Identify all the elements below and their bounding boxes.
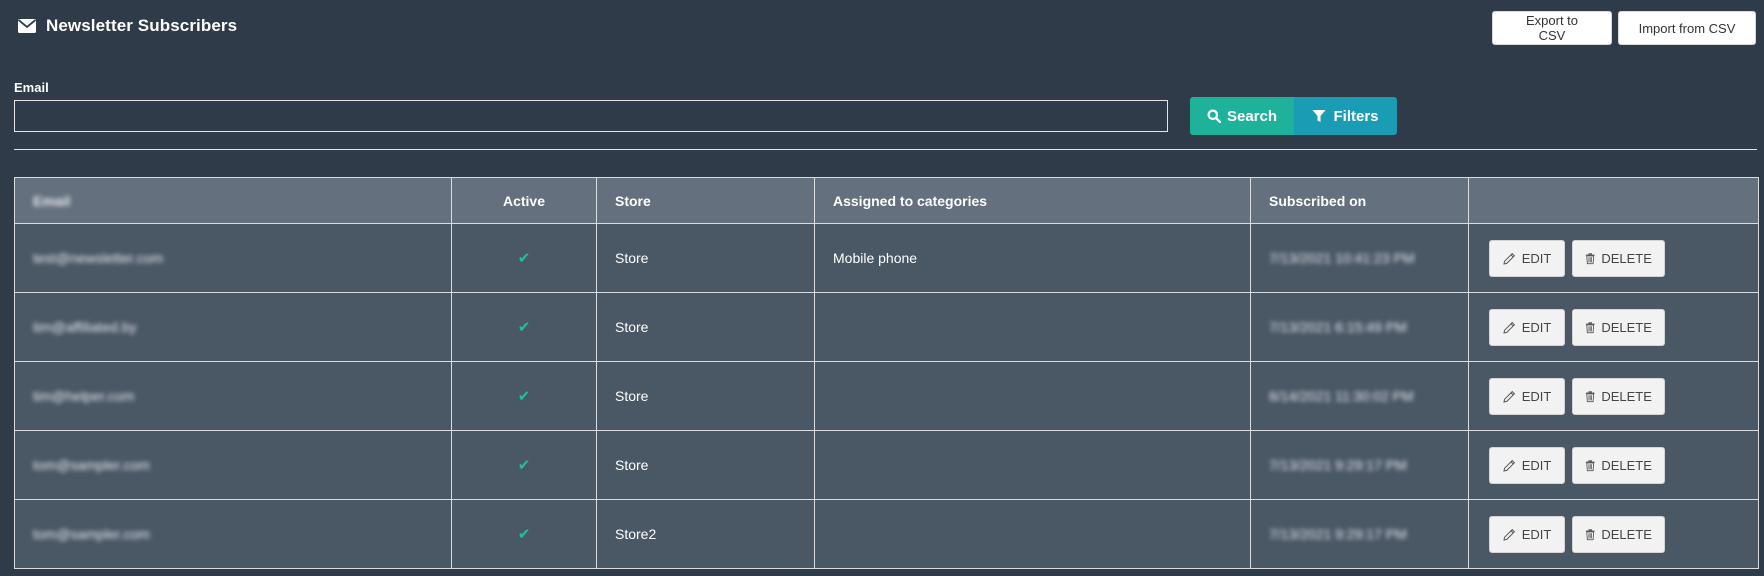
table-row: tom@sampler.com ✔ Store 7/13/2021 9:29:1… [14, 430, 1759, 500]
cell-store: Store [596, 430, 815, 500]
header-active[interactable]: Active [451, 177, 597, 224]
edit-button[interactable]: EDIT [1489, 446, 1565, 484]
table-row: tim@affiliated.by ✔ Store 7/13/2021 6:15… [14, 292, 1759, 362]
delete-button-label: DELETE [1601, 250, 1652, 266]
edit-button[interactable]: EDIT [1489, 515, 1565, 553]
envelope-icon [18, 19, 36, 33]
delete-button-label: DELETE [1601, 526, 1652, 542]
cell-subscribed-on: 6/14/2021 11:30:02 PM [1250, 361, 1469, 431]
edit-button-label: EDIT [1521, 319, 1552, 335]
edit-button[interactable]: EDIT [1489, 308, 1565, 346]
cell-email: tom@sampler.com [14, 430, 452, 500]
cell-email: tim@affiliated.by [14, 292, 452, 362]
check-icon: ✔ [517, 319, 531, 336]
cell-actions: EDIT DELETE [1468, 292, 1759, 362]
edit-button-label: EDIT [1521, 250, 1552, 266]
cell-categories [814, 361, 1251, 431]
top-actions: Export to CSV Import from CSV [1492, 11, 1756, 45]
trash-icon [1585, 528, 1595, 540]
check-icon: ✔ [517, 250, 531, 267]
page-header: Newsletter Subscribers [18, 16, 237, 36]
cell-categories [814, 430, 1251, 500]
cell-active: ✔ [451, 430, 597, 500]
header-email[interactable]: Email [14, 177, 452, 224]
table-row: test@newsletter.com ✔ Store Mobile phone… [14, 223, 1759, 293]
cell-actions: EDIT DELETE [1468, 499, 1759, 569]
header-categories[interactable]: Assigned to categories [814, 177, 1251, 224]
search-button-group: Search Filters [1190, 97, 1397, 135]
filter-icon [1312, 110, 1326, 122]
delete-button-label: DELETE [1601, 319, 1652, 335]
pencil-icon [1503, 321, 1515, 334]
cell-active: ✔ [451, 223, 597, 293]
cell-categories [814, 499, 1251, 569]
table-header-row: Email Active Store Assigned to categorie… [14, 177, 1759, 224]
delete-button-label: DELETE [1601, 457, 1652, 473]
cell-active: ✔ [451, 361, 597, 431]
cell-store: Store [596, 292, 815, 362]
pencil-icon [1503, 252, 1515, 265]
subscribers-table-wrap: Email Active Store Assigned to categorie… [14, 177, 1759, 569]
search-button[interactable]: Search [1190, 97, 1294, 135]
delete-button-label: DELETE [1601, 388, 1652, 404]
edit-button-label: EDIT [1521, 388, 1552, 404]
trash-icon [1585, 459, 1595, 471]
cell-actions: EDIT DELETE [1468, 430, 1759, 500]
check-icon: ✔ [517, 526, 531, 543]
cell-email: tom@sampler.com [14, 499, 452, 569]
search-icon [1207, 109, 1221, 123]
header-actions [1468, 177, 1759, 224]
cell-store: Store [596, 223, 815, 293]
cell-subscribed-on: 7/13/2021 9:29:17 PM [1250, 430, 1469, 500]
email-filter-label: Email [14, 80, 49, 95]
trash-icon [1585, 390, 1595, 402]
table-row: tom@sampler.com ✔ Store2 7/13/2021 9:29:… [14, 499, 1759, 569]
search-button-label: Search [1226, 107, 1278, 125]
pencil-icon [1503, 528, 1515, 541]
edit-button[interactable]: EDIT [1489, 377, 1565, 415]
header-store[interactable]: Store [596, 177, 815, 224]
cell-active: ✔ [451, 292, 597, 362]
edit-button[interactable]: EDIT [1489, 239, 1565, 277]
subscribers-table: Email Active Store Assigned to categorie… [14, 177, 1759, 569]
pencil-icon [1503, 459, 1515, 472]
cell-email: test@newsletter.com [14, 223, 452, 293]
delete-button[interactable]: DELETE [1571, 515, 1665, 553]
export-csv-button[interactable]: Export to CSV [1492, 11, 1612, 45]
cell-store: Store [596, 361, 815, 431]
filters-button-label: Filters [1333, 107, 1379, 125]
check-icon: ✔ [517, 457, 531, 474]
table-row: tim@helper.com ✔ Store 6/14/2021 11:30:0… [14, 361, 1759, 431]
edit-button-label: EDIT [1521, 526, 1552, 542]
edit-button-label: EDIT [1521, 457, 1552, 473]
delete-button[interactable]: DELETE [1571, 446, 1665, 484]
cell-email: tim@helper.com [14, 361, 452, 431]
pencil-icon [1503, 390, 1515, 403]
cell-subscribed-on: 7/13/2021 6:15:49 PM [1250, 292, 1469, 362]
cell-actions: EDIT DELETE [1468, 223, 1759, 293]
delete-button[interactable]: DELETE [1571, 308, 1665, 346]
delete-button[interactable]: DELETE [1571, 377, 1665, 415]
check-icon: ✔ [517, 388, 531, 405]
cell-subscribed-on: 7/13/2021 9:29:17 PM [1250, 499, 1469, 569]
cell-subscribed-on: 7/13/2021 10:41:23 PM [1250, 223, 1469, 293]
cell-categories [814, 292, 1251, 362]
trash-icon [1585, 252, 1595, 264]
cell-active: ✔ [451, 499, 597, 569]
cell-actions: EDIT DELETE [1468, 361, 1759, 431]
filters-button[interactable]: Filters [1294, 97, 1397, 135]
header-subscribed-on[interactable]: Subscribed on [1250, 177, 1469, 224]
email-search-input[interactable] [14, 100, 1168, 132]
filter-divider [14, 149, 1757, 150]
trash-icon [1585, 321, 1595, 333]
cell-categories: Mobile phone [814, 223, 1251, 293]
cell-store: Store2 [596, 499, 815, 569]
page-title: Newsletter Subscribers [46, 16, 238, 35]
import-csv-button[interactable]: Import from CSV [1618, 11, 1756, 45]
delete-button[interactable]: DELETE [1571, 239, 1665, 277]
